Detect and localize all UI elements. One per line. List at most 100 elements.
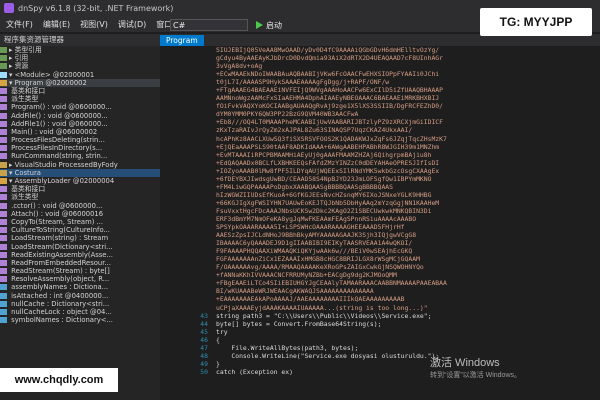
line-number: 44 bbox=[200, 319, 208, 328]
tree-item[interactable]: 基类和接口 bbox=[0, 87, 160, 95]
tree-node-icon bbox=[0, 186, 7, 193]
tree-item[interactable]: Attach() : void @06000016 bbox=[0, 210, 160, 218]
base64-line: SPSYpkOAAARAAAA5I+LSPSWHcOAAARAAAAGHEEAA… bbox=[216, 223, 405, 232]
code-lines: SIUJEBIjQ05VeAA8MwOAAD/yDv0D4fC9AAAAiQGb… bbox=[216, 46, 596, 376]
tree-item[interactable]: symbolNames : Dictionary<... bbox=[0, 316, 160, 324]
base64-line: ERF3dBmYM7NmOFeKA8ygJqMwFKEAAmFEAgSPnnRS… bbox=[216, 214, 417, 223]
tree-node-icon bbox=[0, 235, 7, 242]
code-editor: Program 43 44 45 46 47 48 49 50 SIUJEBIjQ05VeAA… bbox=[160, 34, 600, 400]
tree-item-label: CultureToString(CultureInfo... bbox=[9, 226, 110, 235]
code-line: { bbox=[216, 335, 220, 344]
tree-item[interactable]: ▾ <Module> @02000001 bbox=[0, 71, 160, 79]
base64-line: +EvMTAAAIiRPCPBMAAMHiAEyUj0gAAAFMAAMZHZA… bbox=[216, 150, 432, 159]
code-line: } bbox=[216, 359, 220, 368]
tree-item[interactable]: CultureToString(CultureInfo... bbox=[0, 226, 160, 234]
tree-item[interactable]: ▸ 类型引用 bbox=[0, 46, 160, 54]
tree-item-label: ResolveAssembly(object, R... bbox=[9, 275, 110, 284]
tree-item-label: symbolNames : Dictionary<... bbox=[9, 316, 113, 325]
tree-node-icon bbox=[0, 63, 7, 70]
code-area[interactable]: 43 44 45 46 47 48 49 50 SIUJEBIjQ05VeAA8MwOAAD/… bbox=[160, 46, 600, 400]
tree-node-icon bbox=[0, 161, 7, 168]
tree-node-icon bbox=[0, 178, 7, 184]
code-line: Console.WriteLine("Service.exe dosyasi o… bbox=[216, 351, 440, 360]
assembly-explorer: 程序集资源管理器 ▸ 类型引用 ▸ 引用 ▸ 资源 ▾ <Module> @02000… bbox=[0, 34, 160, 400]
tree-item[interactable]: AddFile() : void @0600000... bbox=[0, 112, 160, 120]
tree-item[interactable]: Main() : void @06000002 bbox=[0, 128, 160, 136]
activate-title: 激活 Windows bbox=[430, 357, 500, 369]
tree-item[interactable]: ResolveAssembly(object, R... bbox=[0, 275, 160, 283]
base64-line: +EAAAAAAAEAkAPoAAAAJ/AAEAAAAAAAAIIIkQAEA… bbox=[216, 295, 405, 304]
tree-item[interactable]: ProcessFilesInDirectory(s... bbox=[0, 144, 160, 152]
tree-item[interactable]: .cctor() : void @0600000... bbox=[0, 202, 160, 210]
tree-item[interactable]: ▸ 引用 bbox=[0, 54, 160, 62]
tree-item[interactable]: Program() : void @0600000... bbox=[0, 103, 160, 111]
tree-item-label: ▸ VisualStudio ProcessedByFody bbox=[9, 160, 118, 169]
tree-item-label: ReadExistingAssembly(Asse... bbox=[9, 250, 113, 259]
tree-item-label: ▾ Costura bbox=[9, 168, 41, 177]
tree-item[interactable]: LoadStream(Dictionary<stri... bbox=[0, 243, 160, 251]
tree-item[interactable]: nullCache : Dictionary<stri... bbox=[0, 300, 160, 308]
activate-subtitle: 转到“设置”以激活 Windows。 bbox=[430, 372, 522, 379]
tree-node-icon bbox=[0, 251, 7, 258]
tree-item[interactable]: ReadFromEmbeddedResour... bbox=[0, 259, 160, 267]
tree-item[interactable]: ▸ 资源 bbox=[0, 62, 160, 70]
tree-item[interactable]: LoadStream(string) : Stream bbox=[0, 234, 160, 242]
tree-item-label: .cctor() : void @0600000... bbox=[9, 201, 103, 210]
tree-node-icon bbox=[0, 292, 7, 299]
tree-item[interactable]: 派生类型 bbox=[0, 193, 160, 201]
tree-node-icon bbox=[0, 194, 7, 201]
tree-item[interactable]: 派生类型 bbox=[0, 95, 160, 103]
tree-node-icon bbox=[0, 218, 7, 225]
line-number: 45 bbox=[200, 327, 208, 336]
tree-item-label: ▸ 类型引用 bbox=[9, 46, 42, 54]
tree-node-icon bbox=[0, 137, 7, 144]
tree-item[interactable]: AddFile1() : void @060000... bbox=[0, 120, 160, 128]
tree-item-label: AddFile1() : void @060000... bbox=[9, 119, 108, 128]
tree-node-icon bbox=[0, 128, 7, 135]
code-line: catch (Exception ex) bbox=[216, 367, 293, 376]
tree-item-label: LoadStream(string) : Stream bbox=[9, 234, 109, 243]
tree-node-icon bbox=[0, 268, 7, 275]
tree-node-icon bbox=[0, 210, 7, 217]
line-number: 47 bbox=[200, 343, 208, 352]
tree-item[interactable]: CopyTo(Stream, Stream) ... bbox=[0, 218, 160, 226]
tree-node-icon bbox=[0, 47, 7, 53]
tree-item[interactable]: ▾ Program @02000002 bbox=[0, 78, 160, 87]
base64-line: FGFAAAAAAAnZiCx1EZAAAIxHMGB8cHGC8BRIJLGX… bbox=[216, 255, 420, 264]
tree-item[interactable]: ReadStream(Stream) : byte[] bbox=[0, 267, 160, 275]
language-select[interactable]: C# bbox=[170, 19, 248, 31]
start-button[interactable]: 启动 bbox=[254, 20, 282, 31]
tab-program[interactable]: Program bbox=[160, 35, 204, 46]
tree-node-icon bbox=[0, 284, 7, 291]
tree-item-label: ReadFromEmbeddedResour... bbox=[9, 258, 111, 267]
tree-item-label: Main() : void @06000002 bbox=[9, 127, 98, 136]
tree-item-label: ▸ 引用 bbox=[9, 54, 29, 63]
tree-item[interactable]: ProcessFilesDeleting(strin... bbox=[0, 136, 160, 144]
tree-node-icon bbox=[0, 276, 7, 283]
base64-line: +6fDEYBXJIwdsgUwBD/CEAAD58S4NpBJYD23JmLO… bbox=[216, 174, 432, 183]
base64-line: AAMNnoWgzAAMcFxSIaAEHMA4DphAIAAEyNBEOAAA… bbox=[216, 94, 440, 103]
tree-item-label: RunCommand(string, strin... bbox=[9, 152, 108, 161]
base64-line: +EjQEaAAAPSLS90tAAF8ADKIdAAA+6AWgAABEHPA… bbox=[216, 142, 440, 151]
code-line: string path3 = "C:\\Users\\Public\\Video… bbox=[216, 311, 432, 320]
tree-item[interactable]: ▾ Costura bbox=[0, 168, 160, 177]
tree-node-icon bbox=[0, 112, 7, 119]
base64-line: +FM4LiwGQPAAAAPoDgbxXAABQAASgBBBBQAASgBB… bbox=[216, 182, 393, 191]
tree-item[interactable]: ReadExistingAssembly(Asse... bbox=[0, 251, 160, 259]
tree-item[interactable]: RunCommand(string, strin... bbox=[0, 152, 160, 160]
base64-line: BI/wKUAAABeWRJWEAACgAKWAQJSAAAAAAAAAAAAA… bbox=[216, 287, 374, 296]
tree-item[interactable]: assemblyNames : Dictiona... bbox=[0, 283, 160, 291]
tree-item[interactable]: nullCacheLock : object @04... bbox=[0, 308, 160, 316]
tree-item[interactable]: ▸ VisualStudio ProcessedByFody bbox=[0, 161, 160, 169]
tree-item[interactable]: ▾ AssemblyLoader @02000004 bbox=[0, 177, 160, 185]
base64-line: gCdyu4ByAAEAyKJbDrcD0DvdQmia93AiX2dRTX2D… bbox=[216, 54, 444, 63]
tree-node-icon bbox=[0, 169, 7, 176]
line-number-gutter: 43 44 45 46 47 48 49 50 bbox=[160, 46, 208, 400]
line-number: 48 bbox=[200, 351, 208, 360]
tree-item[interactable]: isAttached : int @0400000... bbox=[0, 292, 160, 300]
tree-node-icon bbox=[0, 300, 7, 307]
tree-item[interactable]: 基类和接口 bbox=[0, 185, 160, 193]
tree-item-label: CopyTo(Stream, Stream) ... bbox=[9, 217, 104, 226]
code-line: try bbox=[216, 327, 228, 336]
tree-node-icon bbox=[0, 153, 7, 160]
